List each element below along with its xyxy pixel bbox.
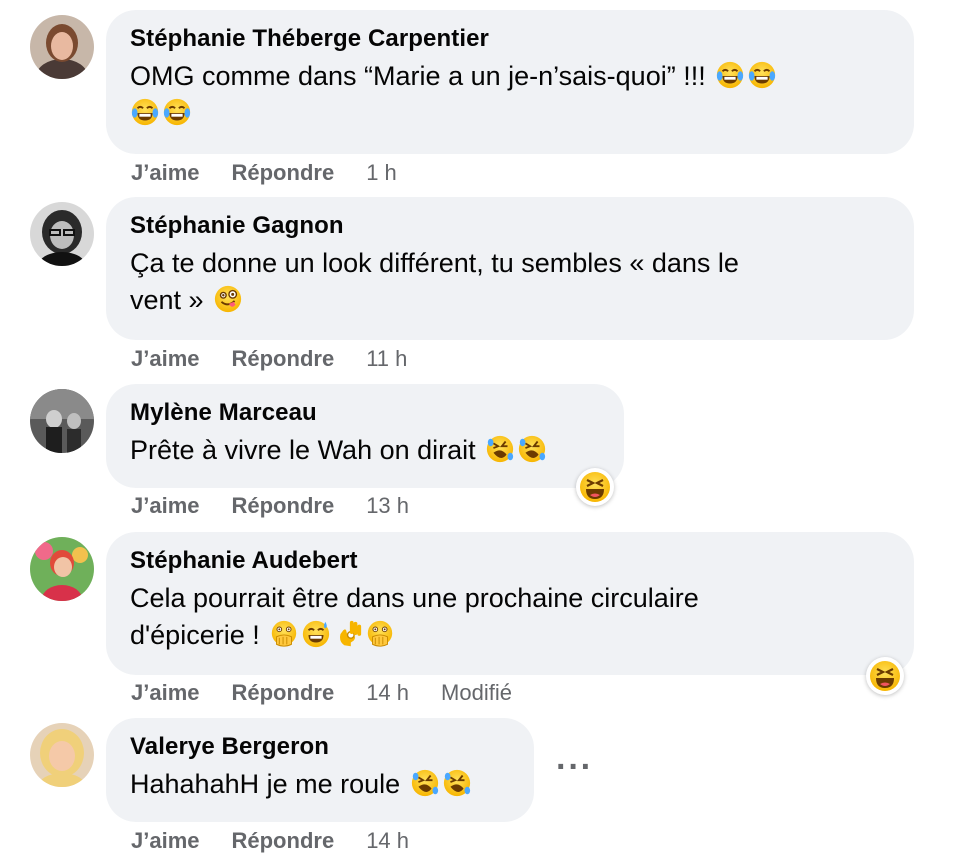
hand-over-mouth-icon [365,619,395,649]
avatar[interactable] [30,537,94,601]
like-button[interactable]: J’aime [131,828,200,853]
comment-author[interactable]: Mylène Marceau [130,398,600,428]
comment-author[interactable]: Stéphanie Théberge Carpentier [130,24,890,54]
comment-bubble: Mylène Marceau Prête à vivre le Wah on d… [106,384,624,488]
comment-text-content: HahahahH je me roule [130,769,401,799]
more-options-button[interactable]: ··· [556,748,593,787]
winking-tongue-icon [213,284,243,314]
comment-text-line: vent » [130,285,204,315]
tears-of-joy-icon [130,97,160,127]
reply-button[interactable]: Répondre [232,160,335,185]
comment-bubble: Stéphanie Gagnon Ça te donne un look dif… [106,197,914,340]
comment-actions: J’aime Répondre 14 h Modifié [131,679,544,707]
comment-actions: J’aime Répondre 13 h [131,492,441,520]
comment-author[interactable]: Stéphanie Gagnon [130,211,890,241]
comment-timestamp[interactable]: 13 h [366,493,409,518]
avatar[interactable] [30,723,94,787]
comment-actions: J’aime Répondre 14 h [131,827,441,855]
comment-text: OMG comme dans “Marie a un je-n’sais-quo… [130,58,890,132]
hand-over-mouth-icon [269,619,299,649]
comment-text: Prête à vivre le Wah on dirait [130,432,600,469]
like-button[interactable]: J’aime [131,160,200,185]
comment-text-content: Prête à vivre le Wah on dirait [130,435,476,465]
rolling-laughing-icon [485,434,515,464]
haha-icon [869,660,901,692]
comment-actions: J’aime Répondre 1 h [131,159,429,187]
comment-text-line: Ça te donne un look différent, tu semble… [130,248,739,278]
comment-timestamp[interactable]: 14 h [366,828,409,853]
reply-button[interactable]: Répondre [232,493,335,518]
haha-icon [579,471,611,503]
comment-text-line: d'épicerie ! [130,620,260,650]
avatar[interactable] [30,389,94,453]
comment-text: HahahahH je me roule [130,766,510,803]
comment-timestamp[interactable]: 11 h [366,346,407,371]
comment-timestamp[interactable]: 1 h [366,160,397,185]
like-button[interactable]: J’aime [131,493,200,518]
like-button[interactable]: J’aime [131,680,200,705]
reply-button[interactable]: Répondre [232,346,335,371]
rolling-laughing-icon [517,434,547,464]
tears-of-joy-icon [162,97,192,127]
tears-of-joy-icon [715,60,745,90]
tears-of-joy-icon [747,60,777,90]
haha-reaction-badge[interactable] [866,657,904,695]
comment-text: Cela pourrait être dans une prochaine ci… [130,580,890,654]
avatar[interactable] [30,15,94,79]
reply-button[interactable]: Répondre [232,828,335,853]
comment-bubble: Valerye Bergeron HahahahH je me roule [106,718,534,822]
comment-timestamp[interactable]: 14 h [366,680,409,705]
comment-text: Ça te donne un look différent, tu semble… [130,245,890,319]
haha-reaction-badge[interactable] [576,468,614,506]
like-button[interactable]: J’aime [131,346,200,371]
comment-author[interactable]: Stéphanie Audebert [130,546,890,576]
comment-bubble: Stéphanie Audebert Cela pourrait être da… [106,532,914,675]
comment-text-content: OMG comme dans “Marie a un je-n’sais-quo… [130,61,706,91]
rolling-laughing-icon [442,768,472,798]
rolling-laughing-icon [410,768,440,798]
reply-button[interactable]: Répondre [232,680,335,705]
comment-author[interactable]: Valerye Bergeron [130,732,510,762]
sweat-smile-icon [301,619,331,649]
edited-label[interactable]: Modifié [441,680,512,705]
avatar[interactable] [30,202,94,266]
ok-hand-icon [333,619,363,649]
comment-text-line: Cela pourrait être dans une prochaine ci… [130,583,699,613]
comment-bubble: Stéphanie Théberge Carpentier OMG comme … [106,10,914,154]
comment-actions: J’aime Répondre 11 h [131,345,439,373]
